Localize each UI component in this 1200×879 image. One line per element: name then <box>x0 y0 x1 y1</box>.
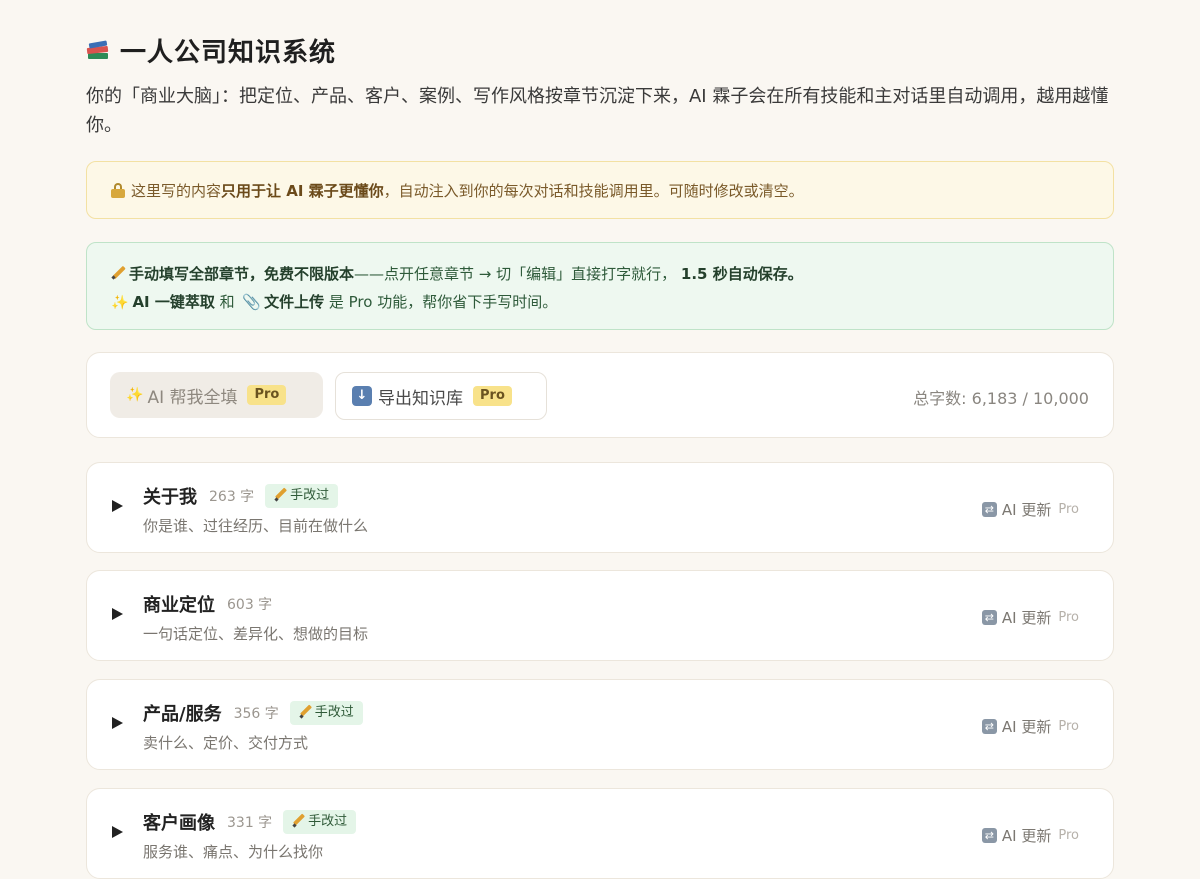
pro-label: Pro <box>1058 719 1079 734</box>
section-customer-profile[interactable]: 客户画像 331 字 手改过 服务谁、痛点、为什么找你 ⇄ AI 更新 Pro <box>86 788 1114 879</box>
manual-notice-line-2: ✨ AI 一键萃取 和 📎 文件上传 是 Pro 功能，帮你省下手写时间。 <box>111 288 1089 317</box>
ai-update-label: AI 更新 <box>1001 718 1052 736</box>
ai-update-button[interactable]: ⇄ AI 更新 Pro <box>981 825 1079 846</box>
pro-label: Pro <box>1058 610 1079 625</box>
conjunction-text: 和 <box>214 293 240 311</box>
ai-update-button[interactable]: ⇄ AI 更新 Pro <box>981 716 1079 737</box>
section-word-count: 263 字 <box>209 489 255 505</box>
autosave-note: 1.5 秒自动保存。 <box>680 265 803 283</box>
ai-update-button[interactable]: ⇄ AI 更新 Pro <box>981 499 1079 520</box>
expand-caret-icon[interactable] <box>112 717 123 729</box>
manual-notice-bold: 手动填写全部章节，免费不限版本 <box>129 265 355 283</box>
ai-update-label: AI 更新 <box>1001 827 1052 845</box>
pencil-icon <box>111 266 125 280</box>
edited-tag: 手改过 <box>289 701 363 725</box>
export-knowledge-button[interactable]: ↓ 导出知识库 Pro <box>335 372 547 420</box>
shuffle-icon: ⇄ <box>981 610 997 625</box>
section-title: 商业定位 <box>143 595 215 616</box>
ai-update-button[interactable]: ⇄ AI 更新 Pro <box>981 607 1079 628</box>
edited-tag: 手改过 <box>265 484 339 508</box>
pencil-icon <box>299 705 311 717</box>
manual-notice-text: ——点开任意章节 → 切「编辑」直接打字就行， <box>354 265 677 283</box>
pro-label: Pro <box>1058 502 1079 517</box>
paperclip-icon: 📎 <box>242 293 262 311</box>
pencil-icon <box>274 488 286 500</box>
section-title: 产品/服务 <box>143 704 222 725</box>
shuffle-icon: ⇄ <box>981 719 997 734</box>
section-description: 你是谁、过往经历、目前在做什么 <box>143 517 369 535</box>
pro-badge: Pro <box>247 385 287 405</box>
sparkle-icon: ✨ <box>126 387 144 403</box>
sparkle-icon: ✨ <box>111 295 129 311</box>
export-label: 导出知识库 <box>378 388 463 409</box>
knowledge-toolbar: ✨ AI 帮我全填 Pro ↓ 导出知识库 Pro 总字数: 6,183 / 1… <box>86 352 1114 438</box>
lock-icon <box>111 182 125 198</box>
books-icon <box>86 39 110 63</box>
section-title: 客户画像 <box>143 813 215 834</box>
privacy-notice-suffix: ，自动注入到你的每次对话和技能调用里。可随时修改或清空。 <box>383 181 804 200</box>
section-title: 关于我 <box>143 487 197 508</box>
edited-label: 手改过 <box>308 814 348 829</box>
ai-fill-all-button[interactable]: ✨ AI 帮我全填 Pro <box>110 372 323 418</box>
expand-caret-icon[interactable] <box>112 826 123 838</box>
expand-caret-icon[interactable] <box>112 500 123 512</box>
page-subtitle: 你的「商业大脑」：把定位、产品、客户、案例、写作风格按章节沉淀下来，AI 霖子会… <box>86 86 1109 136</box>
download-icon: ↓ <box>352 386 372 406</box>
section-description: 服务谁、痛点、为什么找你 <box>143 843 324 861</box>
ai-update-label: AI 更新 <box>1001 501 1052 519</box>
expand-caret-icon[interactable] <box>112 608 123 620</box>
page-title: 一人公司知识系统 <box>120 38 337 68</box>
section-products-services[interactable]: 产品/服务 356 字 手改过 卖什么、定价、交付方式 ⇄ AI 更新 Pro <box>86 679 1114 770</box>
pro-badge: Pro <box>473 386 512 406</box>
shuffle-icon: ⇄ <box>981 828 997 843</box>
section-about-me[interactable]: 关于我 263 字 手改过 你是谁、过往经历、目前在做什么 ⇄ AI 更新 Pr… <box>86 462 1114 553</box>
pro-label: Pro <box>1058 828 1079 843</box>
privacy-notice-prefix: 这里写的内容 <box>131 181 222 200</box>
section-word-count: 356 字 <box>233 706 279 722</box>
section-description: 卖什么、定价、交付方式 <box>143 734 309 752</box>
pencil-icon <box>292 814 304 826</box>
section-business-positioning[interactable]: 商业定位 603 字 一句话定位、差异化、想做的目标 ⇄ AI 更新 Pro <box>86 570 1114 661</box>
edited-label: 手改过 <box>314 705 354 720</box>
pro-feature-text: 是 Pro 功能，帮你省下手写时间。 <box>324 293 558 311</box>
file-upload-label: 文件上传 <box>264 293 325 311</box>
privacy-notice: 这里写的内容 只用于让 AI 霖子更懂你 ，自动注入到你的每次对话和技能调用里。可随… <box>86 161 1114 219</box>
manual-notice-line-1: 手动填写全部章节，免费不限版本——点开任意章节 → 切「编辑」直接打字就行， 1… <box>111 260 1089 288</box>
edited-label: 手改过 <box>290 488 330 503</box>
section-word-count: 603 字 <box>227 597 273 613</box>
page-header: 一人公司知识系统 <box>86 32 336 69</box>
section-word-count: 331 字 <box>227 815 273 831</box>
ai-extract-label: AI 一键萃取 <box>132 293 215 311</box>
manual-fill-notice: 手动填写全部章节，免费不限版本——点开任意章节 → 切「编辑」直接打字就行， 1… <box>86 242 1114 330</box>
section-description: 一句话定位、差异化、想做的目标 <box>143 625 369 643</box>
privacy-notice-bold: 只用于让 AI 霖子更懂你 <box>221 181 384 200</box>
edited-tag: 手改过 <box>283 810 357 834</box>
shuffle-icon: ⇄ <box>981 502 997 517</box>
ai-fill-all-label: AI 帮我全填 <box>147 387 238 408</box>
total-word-count: 总字数: 6,183 / 10,000 <box>913 389 1089 408</box>
ai-update-label: AI 更新 <box>1001 609 1052 627</box>
